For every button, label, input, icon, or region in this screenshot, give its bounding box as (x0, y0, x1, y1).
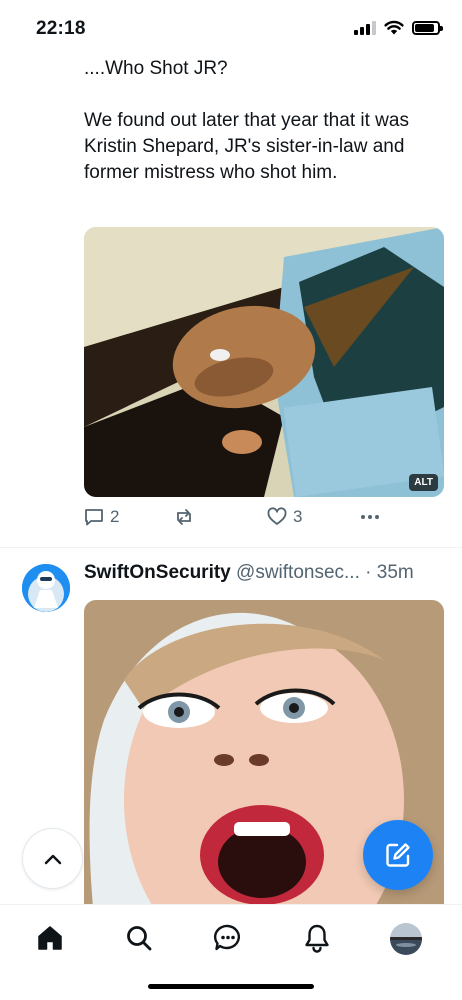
nav-search[interactable] (122, 921, 156, 955)
post-time: 35m (376, 562, 414, 583)
bell-icon (305, 924, 329, 953)
compose-button[interactable] (363, 820, 433, 890)
like-button[interactable]: 3 (267, 507, 302, 527)
post-2-header: SwiftOnSecurity @swiftonsec... · 35m (84, 562, 454, 584)
more-options-button[interactable] (359, 507, 381, 527)
repost-button[interactable] (174, 507, 200, 527)
post-1[interactable]: ....Who Shot JR? We found out later that… (84, 56, 444, 186)
post-text: ....Who Shot JR? We found out later that… (84, 58, 409, 183)
profile-avatar-image (390, 923, 422, 955)
more-horizontal-icon (361, 515, 379, 519)
wifi-icon (384, 20, 404, 35)
status-time: 22:18 (36, 18, 86, 39)
compose-icon (386, 843, 410, 867)
nav-notifications[interactable] (300, 921, 334, 955)
nav-profile-avatar[interactable] (390, 923, 422, 955)
post-1-actions: 2 3 (84, 507, 444, 533)
scroll-to-top-button[interactable] (22, 828, 83, 889)
nav-home[interactable] (33, 921, 67, 955)
status-icons (354, 20, 443, 35)
like-count: 3 (293, 507, 303, 526)
reply-count: 2 (110, 507, 120, 526)
repost-icon (177, 509, 191, 525)
heart-icon (267, 507, 287, 525)
messages-icon (213, 924, 240, 951)
post-divider (0, 547, 462, 548)
avatar-image (22, 564, 70, 612)
status-bar: 22:18 (0, 0, 462, 56)
reply-button[interactable]: 2 (84, 507, 119, 527)
user-handle[interactable]: @swiftonsec... (236, 562, 360, 583)
alt-badge[interactable]: ALT (409, 474, 438, 491)
chevron-up-icon (44, 854, 61, 864)
reply-icon (85, 509, 103, 526)
display-name[interactable]: SwiftOnSecurity (84, 562, 231, 583)
avatar[interactable] (22, 564, 70, 612)
photo-man-lying (84, 227, 444, 497)
home-icon (38, 926, 62, 950)
home-indicator (148, 984, 314, 989)
signal-icon (354, 20, 376, 35)
nav-messages[interactable] (211, 921, 245, 955)
header-separator: · (365, 562, 372, 583)
post-1-image[interactable]: ALT (84, 227, 444, 497)
search-icon (127, 926, 152, 951)
battery-icon (412, 20, 443, 35)
